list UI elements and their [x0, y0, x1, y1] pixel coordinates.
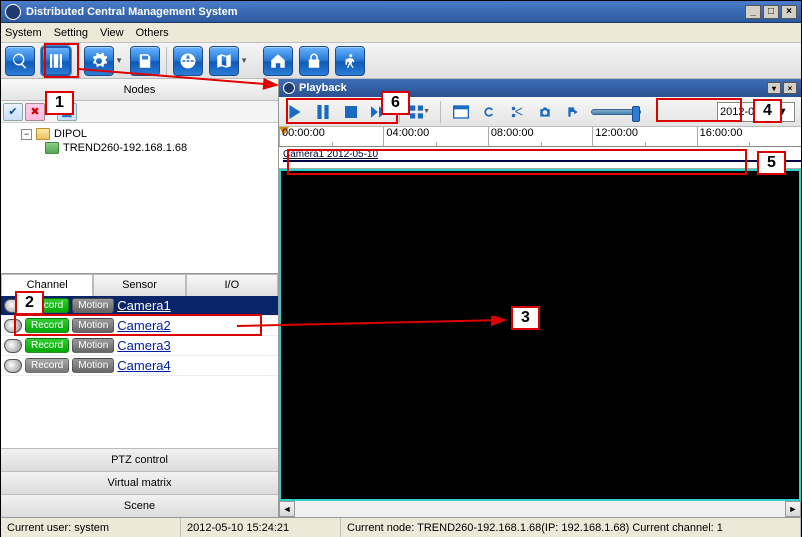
settings-button[interactable]: ▼	[84, 46, 114, 76]
home-button[interactable]	[263, 46, 293, 76]
tab-io[interactable]: I/O	[186, 274, 278, 296]
status-node: Current node: TREND260-192.168.1.68(IP: …	[341, 518, 801, 537]
playback-header: Playback ▾ ×	[279, 79, 801, 97]
folder-icon	[36, 128, 50, 140]
motion-badge[interactable]: Motion	[72, 318, 114, 333]
video-area[interactable]	[279, 169, 801, 501]
timeline-scrollbar[interactable]: ◄ ►	[279, 501, 801, 517]
channel-name[interactable]: Camera4	[117, 358, 275, 373]
user-run-button[interactable]	[335, 46, 365, 76]
timeline-ruler: 00:00:00 04:00:00 08:00:00 12:00:00 16:0…	[279, 127, 801, 147]
playback-button[interactable]	[41, 46, 71, 76]
timeline-tick: 12:00:00	[592, 127, 696, 146]
record-badge[interactable]: Record	[25, 338, 69, 353]
scroll-left-button[interactable]: ◄	[279, 501, 295, 517]
device-icon	[45, 142, 59, 154]
timeline-track-bar	[283, 160, 801, 162]
virtual-matrix-button[interactable]: Virtual matrix	[1, 471, 278, 494]
search-button[interactable]	[5, 46, 35, 76]
web-button[interactable]	[173, 46, 203, 76]
motion-badge[interactable]: Motion	[72, 338, 114, 353]
app-icon	[5, 4, 21, 20]
camera-icon	[4, 339, 22, 353]
callout-3: 3	[511, 306, 540, 330]
channel-row[interactable]: Record Motion Camera3	[1, 336, 278, 356]
playback-icon	[283, 82, 295, 94]
tree-root[interactable]: − DIPOL	[5, 127, 274, 141]
check-button[interactable]: ✔	[3, 103, 23, 121]
main-toolbar: ▼ ▼	[1, 43, 801, 79]
timeline-tick: 00:00:00	[279, 127, 383, 146]
callout-6: 6	[381, 91, 410, 115]
playback-close-button[interactable]: ×	[783, 82, 797, 94]
menu-view[interactable]: View	[100, 27, 124, 39]
titlebar: Distributed Central Management System _ …	[1, 1, 801, 23]
channel-name[interactable]: Camera3	[117, 338, 275, 353]
callout-5: 5	[757, 151, 786, 175]
map-button[interactable]: ▼	[209, 46, 239, 76]
motion-badge[interactable]: Motion	[72, 358, 114, 373]
ptz-control-button[interactable]: PTZ control	[1, 448, 278, 471]
camera-icon	[4, 359, 22, 373]
callout-1: 1	[45, 91, 74, 115]
motion-badge[interactable]: Motion	[72, 298, 114, 313]
callout-2: 2	[15, 291, 44, 315]
record-badge[interactable]: Record	[25, 318, 69, 333]
minimize-button[interactable]: _	[745, 5, 761, 19]
playback-toolbar: ▼ 2012-05-10 ▼	[279, 97, 801, 127]
window-title: Distributed Central Management System	[26, 6, 745, 18]
timeline-tick: 04:00:00	[383, 127, 487, 146]
tree-device-label: TREND260-192.168.1.68	[63, 142, 187, 154]
menu-system[interactable]: System	[5, 27, 42, 39]
device-tree[interactable]: − DIPOL TREND260-192.168.1.68	[1, 123, 278, 273]
maximize-button[interactable]: □	[763, 5, 779, 19]
calendar-button[interactable]	[451, 102, 471, 122]
save-button[interactable]	[130, 46, 160, 76]
camera-icon	[4, 319, 22, 333]
stop-button[interactable]	[341, 102, 361, 122]
tree-root-label: DIPOL	[54, 128, 87, 140]
status-time: 2012-05-10 15:24:21	[181, 518, 341, 537]
delete-button[interactable]: ✖	[25, 103, 45, 121]
channel-name[interactable]: Camera2	[117, 318, 275, 333]
playback-dock-button[interactable]: ▾	[767, 82, 781, 94]
timeline-tick: 08:00:00	[488, 127, 592, 146]
playback-title: Playback	[299, 82, 347, 94]
close-button[interactable]: ×	[781, 5, 797, 19]
menubar: System Setting View Others	[1, 23, 801, 43]
channel-row[interactable]: Record Motion Camera2	[1, 316, 278, 336]
channel-row[interactable]: Record Motion Camera4	[1, 356, 278, 376]
scroll-track[interactable]	[295, 501, 785, 517]
channel-name[interactable]: Camera1	[117, 298, 275, 313]
timeline-tick: 16:00:00	[697, 127, 801, 146]
menu-others[interactable]: Others	[136, 27, 169, 39]
scroll-right-button[interactable]: ►	[785, 501, 801, 517]
layout-button[interactable]: ▼	[410, 102, 430, 122]
snapshot-button[interactable]	[535, 102, 555, 122]
record-badge[interactable]: Record	[25, 358, 69, 373]
right-panel: Playback ▾ × ▼ 2012-05-10 ▼	[279, 79, 801, 517]
lock-button[interactable]	[299, 46, 329, 76]
statusbar: Current user: system 2012-05-10 15:24:21…	[1, 517, 801, 537]
callout-4: 4	[753, 99, 782, 123]
tree-device[interactable]: TREND260-192.168.1.68	[5, 141, 274, 155]
scene-button[interactable]: Scene	[1, 494, 278, 517]
speed-slider[interactable]	[591, 109, 641, 115]
timeline[interactable]: 00:00:00 04:00:00 08:00:00 12:00:00 16:0…	[279, 127, 801, 169]
status-user: Current user: system	[1, 518, 181, 537]
timeline-track-label[interactable]: Camera1 2012-05-10	[279, 147, 801, 165]
cut-button[interactable]	[507, 102, 527, 122]
export-button[interactable]	[563, 102, 583, 122]
nodes-header: Nodes	[1, 79, 278, 101]
collapse-icon[interactable]: −	[21, 129, 32, 140]
nodes-toolbar: ✔ ✖ 👤	[1, 101, 278, 123]
play-button[interactable]	[285, 102, 305, 122]
tab-sensor[interactable]: Sensor	[93, 274, 185, 296]
menu-setting[interactable]: Setting	[54, 27, 88, 39]
pause-button[interactable]	[313, 102, 333, 122]
refresh-button[interactable]	[479, 102, 499, 122]
